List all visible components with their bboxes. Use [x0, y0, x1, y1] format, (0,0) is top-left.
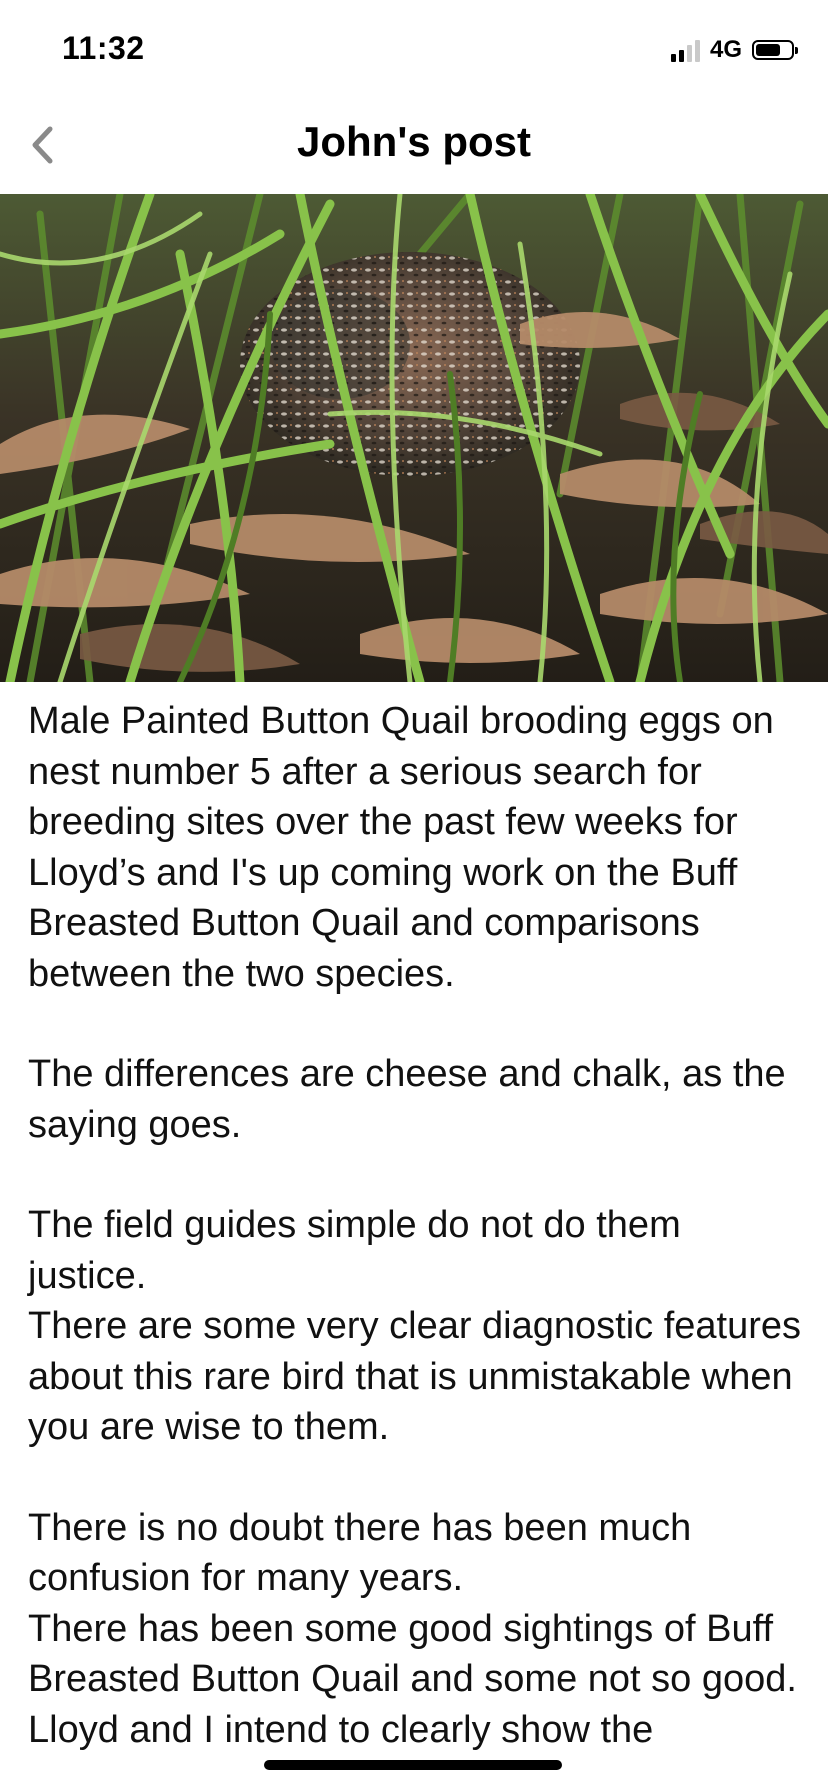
network-type: 4G: [709, 36, 742, 63]
post-photo[interactable]: [0, 194, 828, 682]
post-paragraph: The field guides simple do not do them j…: [28, 1204, 681, 1297]
post-paragraph: There are some very clear diagnostic fea…: [28, 1305, 802, 1448]
page-title: John's post: [297, 118, 531, 165]
post-paragraph: The differences are cheese and chalk, as…: [28, 1053, 786, 1146]
post-paragraph: There has been some good sightings of Bu…: [28, 1607, 797, 1701]
post-paragraph: There is no doubt there has been much co…: [28, 1506, 692, 1600]
battery-icon: [752, 40, 798, 60]
quail-nest-photo: [0, 194, 828, 682]
cellular-signal-icon: [670, 38, 700, 62]
home-indicator[interactable]: [264, 1760, 562, 1770]
post-paragraph: Male Painted Button Quail brooding eggs …: [28, 700, 774, 995]
status-time: 11:32: [62, 30, 145, 66]
post-text: Male Painted Button Quail brooding eggs …: [28, 696, 808, 1755]
status-bar: 11:32 4G: [0, 0, 828, 100]
navigation-bar: John's post: [0, 100, 828, 194]
post-paragraph: Lloyd and I intend to clearly show the: [28, 1708, 654, 1751]
status-indicators: 4G: [670, 36, 798, 64]
